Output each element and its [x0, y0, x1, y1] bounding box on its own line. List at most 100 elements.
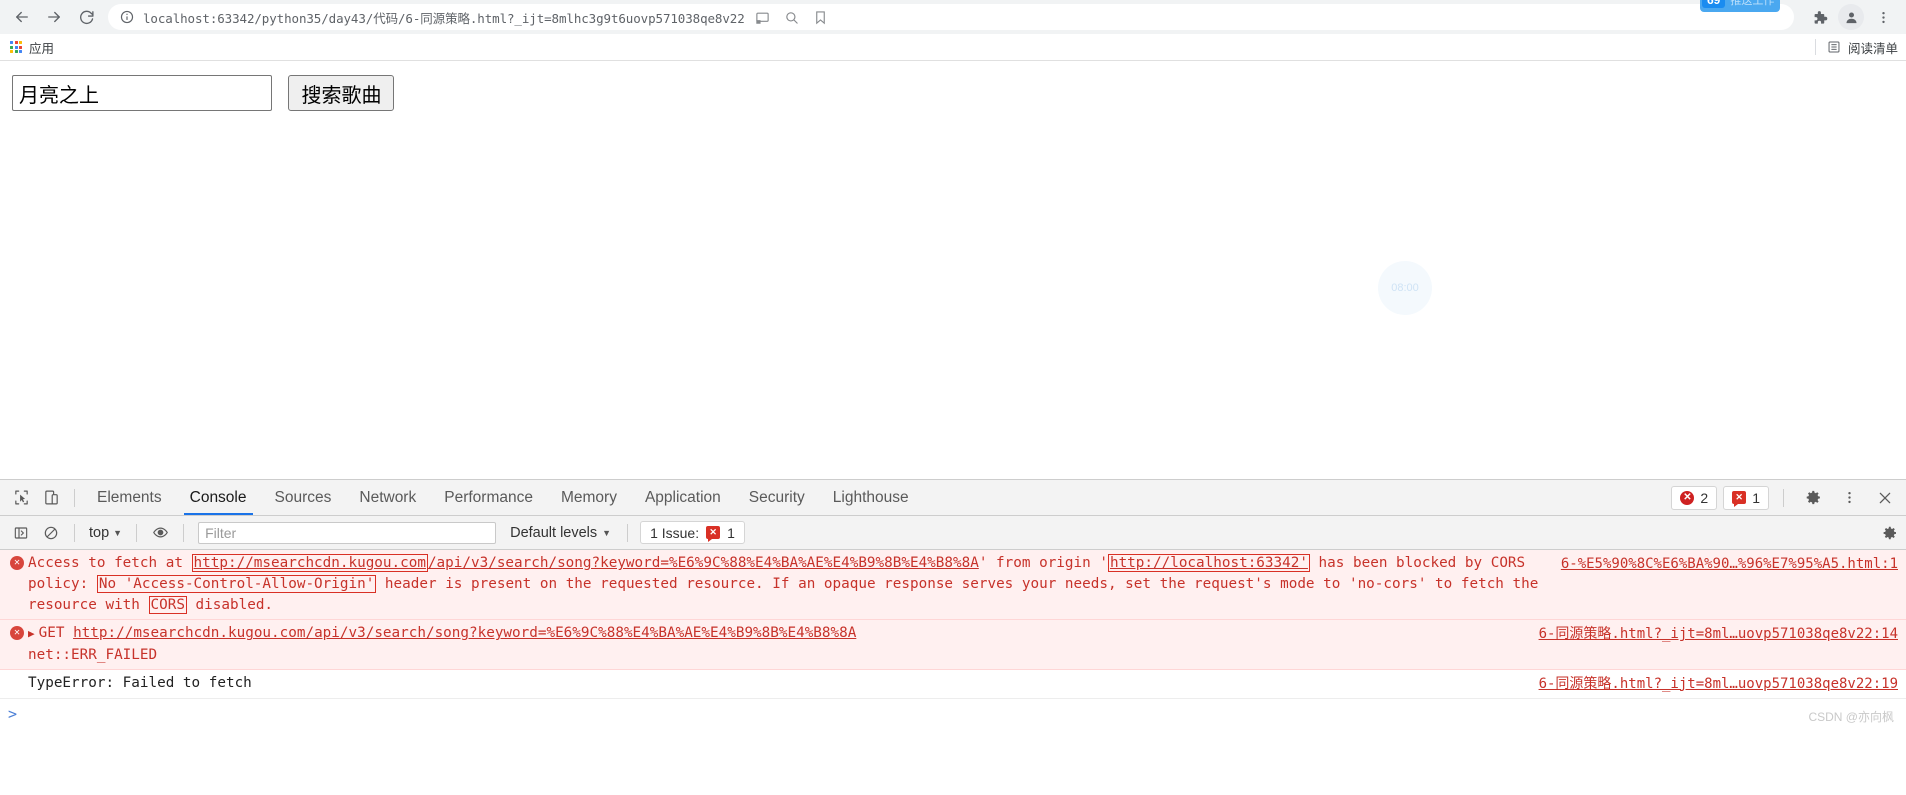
expand-arrow-icon[interactable]: ▶	[28, 627, 35, 640]
chevron-down-icon: ▼	[602, 527, 612, 538]
msg0-part2[interactable]: /api/v3/search/song?keyword=%E6%9C%88%E4…	[428, 555, 979, 571]
inspect-element-button[interactable]	[6, 485, 36, 511]
console-sidebar-toggle[interactable]	[6, 521, 36, 545]
live-expression-eye-icon	[152, 527, 168, 538]
device-toolbar-button[interactable]	[36, 485, 66, 511]
msg1-part2: net::ERR_FAILED	[28, 646, 158, 663]
apps-shortcut-label: 应用	[29, 41, 55, 56]
extensions-button[interactable]	[1804, 2, 1834, 32]
forward-arrow-icon	[48, 11, 60, 23]
profile-avatar-icon	[1846, 12, 1856, 23]
three-dot-menu-icon	[1881, 11, 1885, 23]
reload-icon	[79, 10, 94, 24]
msg1-part1[interactable]: http://msearchcdn.kugou.com/api/v3/searc…	[73, 625, 856, 641]
extension-tooltip-label: 推送工作	[1730, 0, 1775, 7]
divider	[74, 523, 75, 542]
browser-toolbar: localhost:63342/python35/day43/代码/6-同源策略…	[0, 0, 1906, 34]
bookmark-star-icon[interactable]	[813, 10, 828, 25]
tab-sources[interactable]: Sources	[261, 480, 346, 515]
apps-shortcut[interactable]: 应用	[10, 38, 54, 57]
prompt-caret-icon: >	[8, 704, 18, 723]
tab-security[interactable]: Security	[735, 480, 819, 515]
profile-button[interactable]	[1836, 2, 1866, 32]
msg0-part4[interactable]: http://localhost:63342'	[1107, 554, 1310, 572]
console-message-row[interactable]: TypeError: Failed to fetch 6-同源策略.html?_…	[0, 669, 1906, 699]
inspect-element-icon	[14, 490, 28, 505]
back-button[interactable]	[8, 3, 36, 31]
msg0-part9: disabled.	[186, 597, 274, 614]
devtools-tabbar-actions: ✕ 2 ✕ 1	[1671, 485, 1900, 511]
apps-grid-icon	[10, 41, 22, 53]
console-message-text: ▶ GET http://msearchcdn.kugou.com/api/v3/…	[28, 623, 1531, 665]
message-icon-wrap	[6, 673, 28, 676]
console-message-row[interactable]: ✕ ▶ GET http://msearchcdn.kugou.com/api/v…	[0, 620, 1906, 670]
console-log-levels-selector[interactable]: Default levels ▼	[502, 525, 619, 541]
floating-time-badge: 08:00	[1378, 261, 1432, 315]
page-info-icon[interactable]	[120, 10, 134, 24]
msg0-part1[interactable]: http://msearchcdn.kugou.com	[191, 554, 428, 572]
issues-chip-count: 1	[727, 524, 735, 541]
browser-menu-button[interactable]	[1868, 2, 1898, 32]
cast-icon[interactable]	[755, 10, 770, 25]
console-message-source-link[interactable]: 6-同源策略.html?_ijt=8ml…uovp571038qe8v22:19	[1531, 673, 1898, 695]
search-icon[interactable]	[784, 10, 799, 25]
reload-button[interactable]	[72, 3, 100, 31]
console-message-source-link[interactable]: 6-%E5%90%8C%E6%BA%90…%96%E7%95%A5.html:1	[1553, 553, 1898, 575]
console-prompt[interactable]: > CSDN @亦向枫	[0, 698, 1906, 729]
divider	[183, 523, 185, 542]
javascript-context-selector[interactable]: top ▼	[83, 525, 128, 541]
error-count-badge[interactable]: ✕ 2	[1671, 485, 1718, 510]
devtools-panel: Elements Console Sources Network Perform…	[0, 479, 1906, 793]
tab-application[interactable]: Application	[631, 480, 735, 515]
issue-count-badge[interactable]: ✕ 1	[1723, 485, 1769, 510]
search-song-button[interactable]: 搜索歌曲	[288, 75, 395, 111]
forward-button[interactable]	[40, 3, 68, 31]
omnibox-action-icons	[755, 10, 828, 25]
chevron-down-icon: ▼	[113, 527, 123, 538]
tab-memory[interactable]: Memory	[547, 480, 631, 515]
tab-console[interactable]: Console	[176, 480, 261, 515]
devtools-more-button[interactable]	[1834, 485, 1864, 511]
divider	[1814, 39, 1816, 55]
divider	[1783, 488, 1784, 507]
address-bar-url: localhost:63342/python35/day43/代码/6-同源策略…	[143, 10, 745, 26]
error-circle-icon: ✕	[10, 626, 24, 641]
clear-console-button[interactable]	[36, 521, 66, 545]
console-message-source-link[interactable]: 6-同源策略.html?_ijt=8ml…uovp571038qe8v22:14	[1531, 623, 1898, 645]
msg0-part0: Access to fetch at	[28, 555, 192, 571]
error-circle-icon: ✕	[10, 556, 24, 570]
tab-performance[interactable]: Performance	[430, 480, 547, 515]
tab-network[interactable]: Network	[345, 480, 430, 515]
devtools-close-button[interactable]	[1870, 485, 1900, 511]
tab-elements[interactable]: Elements	[83, 480, 176, 515]
reading-list-button[interactable]: 阅读清单	[1814, 38, 1898, 57]
console-settings-button[interactable]	[1882, 525, 1898, 541]
extension-tooltip[interactable]: 69 推送工作	[1700, 0, 1781, 12]
error-count-value: 2	[1700, 489, 1709, 506]
gear-icon	[1806, 490, 1820, 505]
console-sidebar-icon	[14, 526, 28, 539]
console-message-row[interactable]: ✕ Access to fetch at http://msearchcdn.k…	[0, 550, 1906, 621]
console-message-text: Access to fetch at http://msearchcdn.kug…	[28, 553, 1553, 616]
devtools-settings-button[interactable]	[1798, 485, 1828, 511]
divider	[74, 488, 75, 507]
address-bar[interactable]: localhost:63342/python35/day43/代码/6-同源策略…	[108, 4, 1794, 30]
tab-lighthouse[interactable]: Lighthouse	[819, 480, 923, 515]
context-value: top	[89, 524, 110, 541]
issue-bubble-icon: ✕	[1732, 491, 1747, 507]
back-arrow-icon	[16, 11, 28, 23]
console-message-list: ✕ Access to fetch at http://msearchcdn.k…	[0, 550, 1906, 793]
devtools-tabbar: Elements Console Sources Network Perform…	[0, 480, 1906, 516]
device-toolbar-icon	[44, 490, 58, 505]
divider	[136, 523, 138, 542]
extension-tooltip-badge: 69	[1702, 0, 1726, 8]
console-filter-input[interactable]	[198, 521, 497, 544]
song-search-input[interactable]	[12, 75, 272, 111]
page-viewport: 搜索歌曲 08:00	[0, 61, 1906, 479]
devtools-tabs: Elements Console Sources Network Perform…	[83, 480, 923, 515]
three-dot-menu-icon	[1847, 491, 1851, 504]
live-expression-button[interactable]	[145, 521, 175, 545]
console-toolbar: top ▼ Default levels ▼ 1 Issue: ✕ 1	[0, 516, 1906, 550]
issues-chip[interactable]: 1 Issue: ✕ 1	[640, 521, 745, 544]
msg0-part3: ' from origin '	[978, 555, 1108, 571]
